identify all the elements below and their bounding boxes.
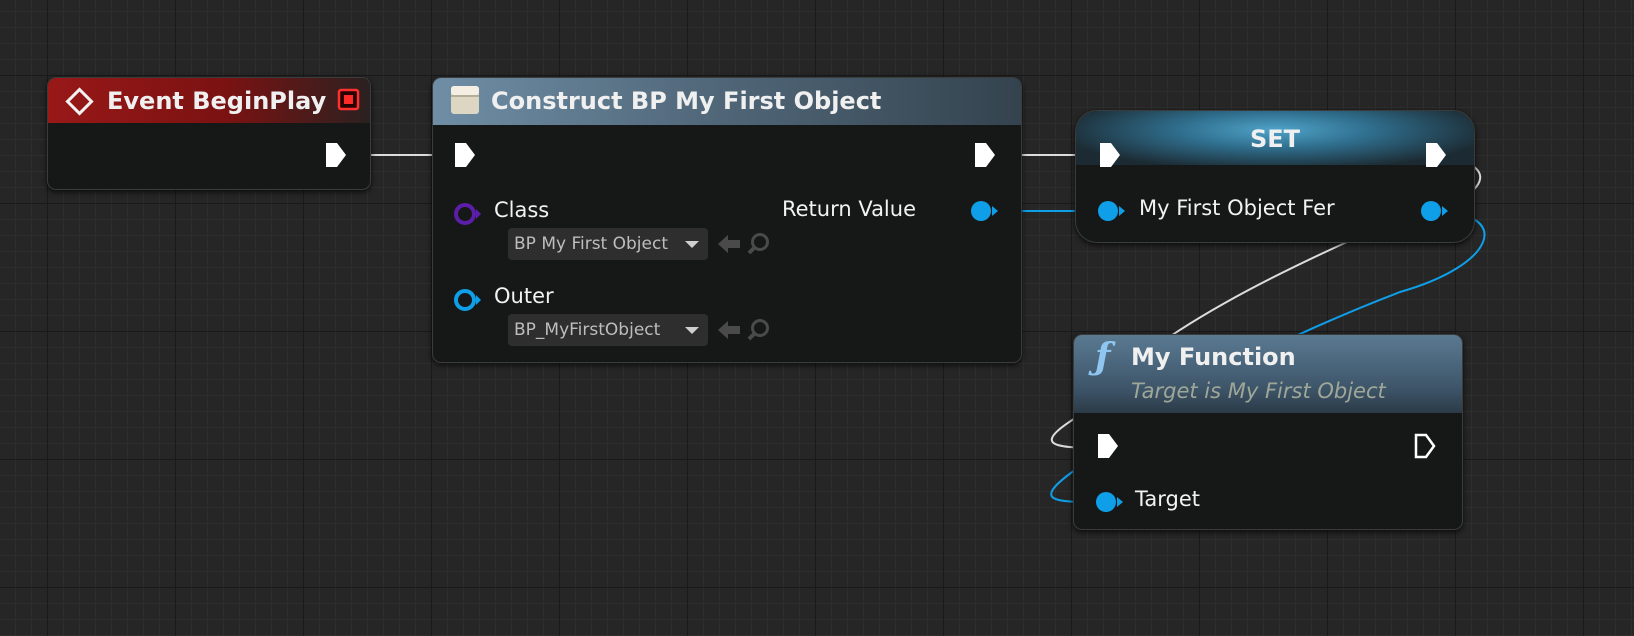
- event-beginplay-node[interactable]: Event BeginPlay: [47, 77, 371, 190]
- chevron-down-icon: [685, 314, 699, 346]
- return-value-label: Return Value: [781, 197, 916, 221]
- construct-object-node[interactable]: Construct BP My First Object Class BP My…: [432, 77, 1022, 363]
- chevron-down-icon: [685, 228, 699, 260]
- exec-in-pin[interactable]: [452, 140, 478, 174]
- magnifier-icon[interactable]: [746, 317, 772, 347]
- arrow-left-icon[interactable]: [716, 318, 742, 346]
- construct-object-icon: [450, 85, 480, 119]
- exec-out-pin[interactable]: [972, 140, 998, 174]
- exec-in-pin[interactable]: [1097, 140, 1123, 174]
- class-label: Class: [494, 198, 550, 222]
- stop-delegate-icon[interactable]: [337, 88, 361, 116]
- class-input-pin[interactable]: [452, 200, 482, 232]
- arrow-left-icon[interactable]: [716, 232, 742, 260]
- class-dropdown[interactable]: BP My First Object: [508, 228, 708, 260]
- exec-out-pin[interactable]: [1423, 140, 1449, 174]
- exec-out-pin[interactable]: [323, 140, 349, 174]
- outer-dropdown[interactable]: BP_MyFirstObject: [508, 314, 708, 346]
- set-node[interactable]: SET My First Object Fer: [1075, 110, 1475, 243]
- my-function-title: My Function: [1131, 343, 1296, 371]
- event-diamond-icon: [65, 87, 95, 121]
- magnifier-icon[interactable]: [746, 231, 772, 261]
- construct-title: Construct BP My First Object: [491, 87, 882, 115]
- my-first-object-ref-label: My First Object Fer: [1139, 196, 1335, 220]
- outer-input-pin[interactable]: [452, 286, 482, 318]
- my-function-node[interactable]: ƒ My Function Target is My First Object …: [1073, 334, 1463, 530]
- class-dropdown-value: BP My First Object: [514, 234, 668, 254]
- event-beginplay-title: Event BeginPlay: [107, 87, 327, 115]
- my-function-subtitle: Target is My First Object: [1131, 379, 1386, 403]
- target-input-pin[interactable]: [1093, 489, 1125, 519]
- exec-in-pin[interactable]: [1095, 431, 1121, 465]
- exec-out-pin[interactable]: [1412, 431, 1438, 465]
- my-first-object-ref-out-pin[interactable]: [1418, 198, 1450, 228]
- function-f-icon: ƒ: [1095, 336, 1111, 378]
- outer-label: Outer: [494, 284, 554, 308]
- outer-dropdown-value: BP_MyFirstObject: [514, 320, 661, 340]
- target-label: Target: [1135, 487, 1200, 511]
- return-value-pin[interactable]: [968, 198, 1000, 228]
- set-title: SET: [1249, 125, 1301, 153]
- my-first-object-ref-in-pin[interactable]: [1095, 198, 1127, 228]
